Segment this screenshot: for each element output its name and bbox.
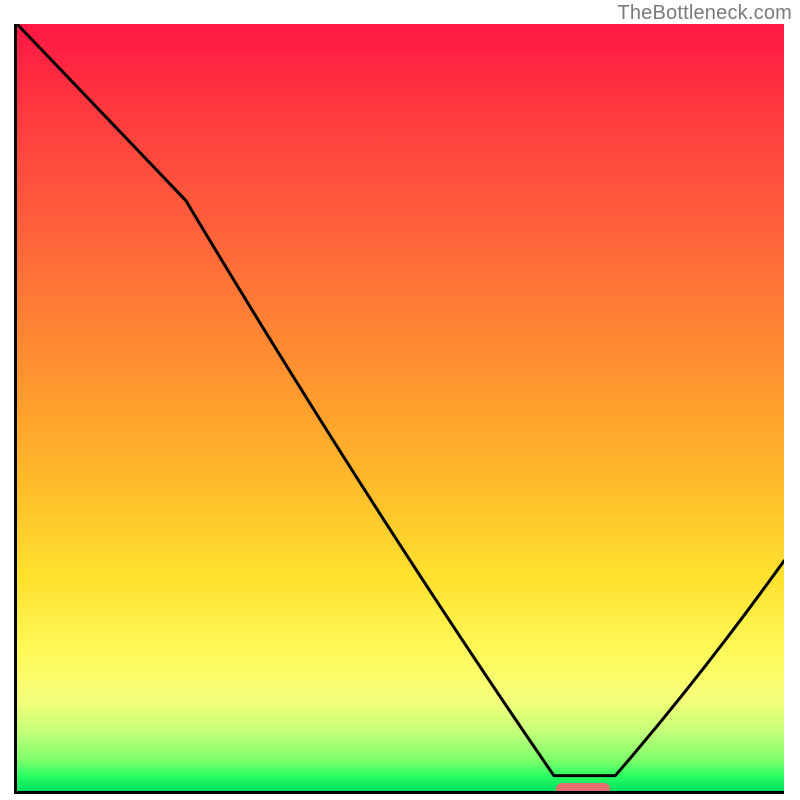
bottleneck-curve xyxy=(17,24,784,791)
watermark-label: TheBottleneck.com xyxy=(617,2,792,25)
optimal-marker xyxy=(556,783,610,794)
plot-area xyxy=(14,24,784,794)
chart-root: TheBottleneck.com xyxy=(0,0,800,800)
